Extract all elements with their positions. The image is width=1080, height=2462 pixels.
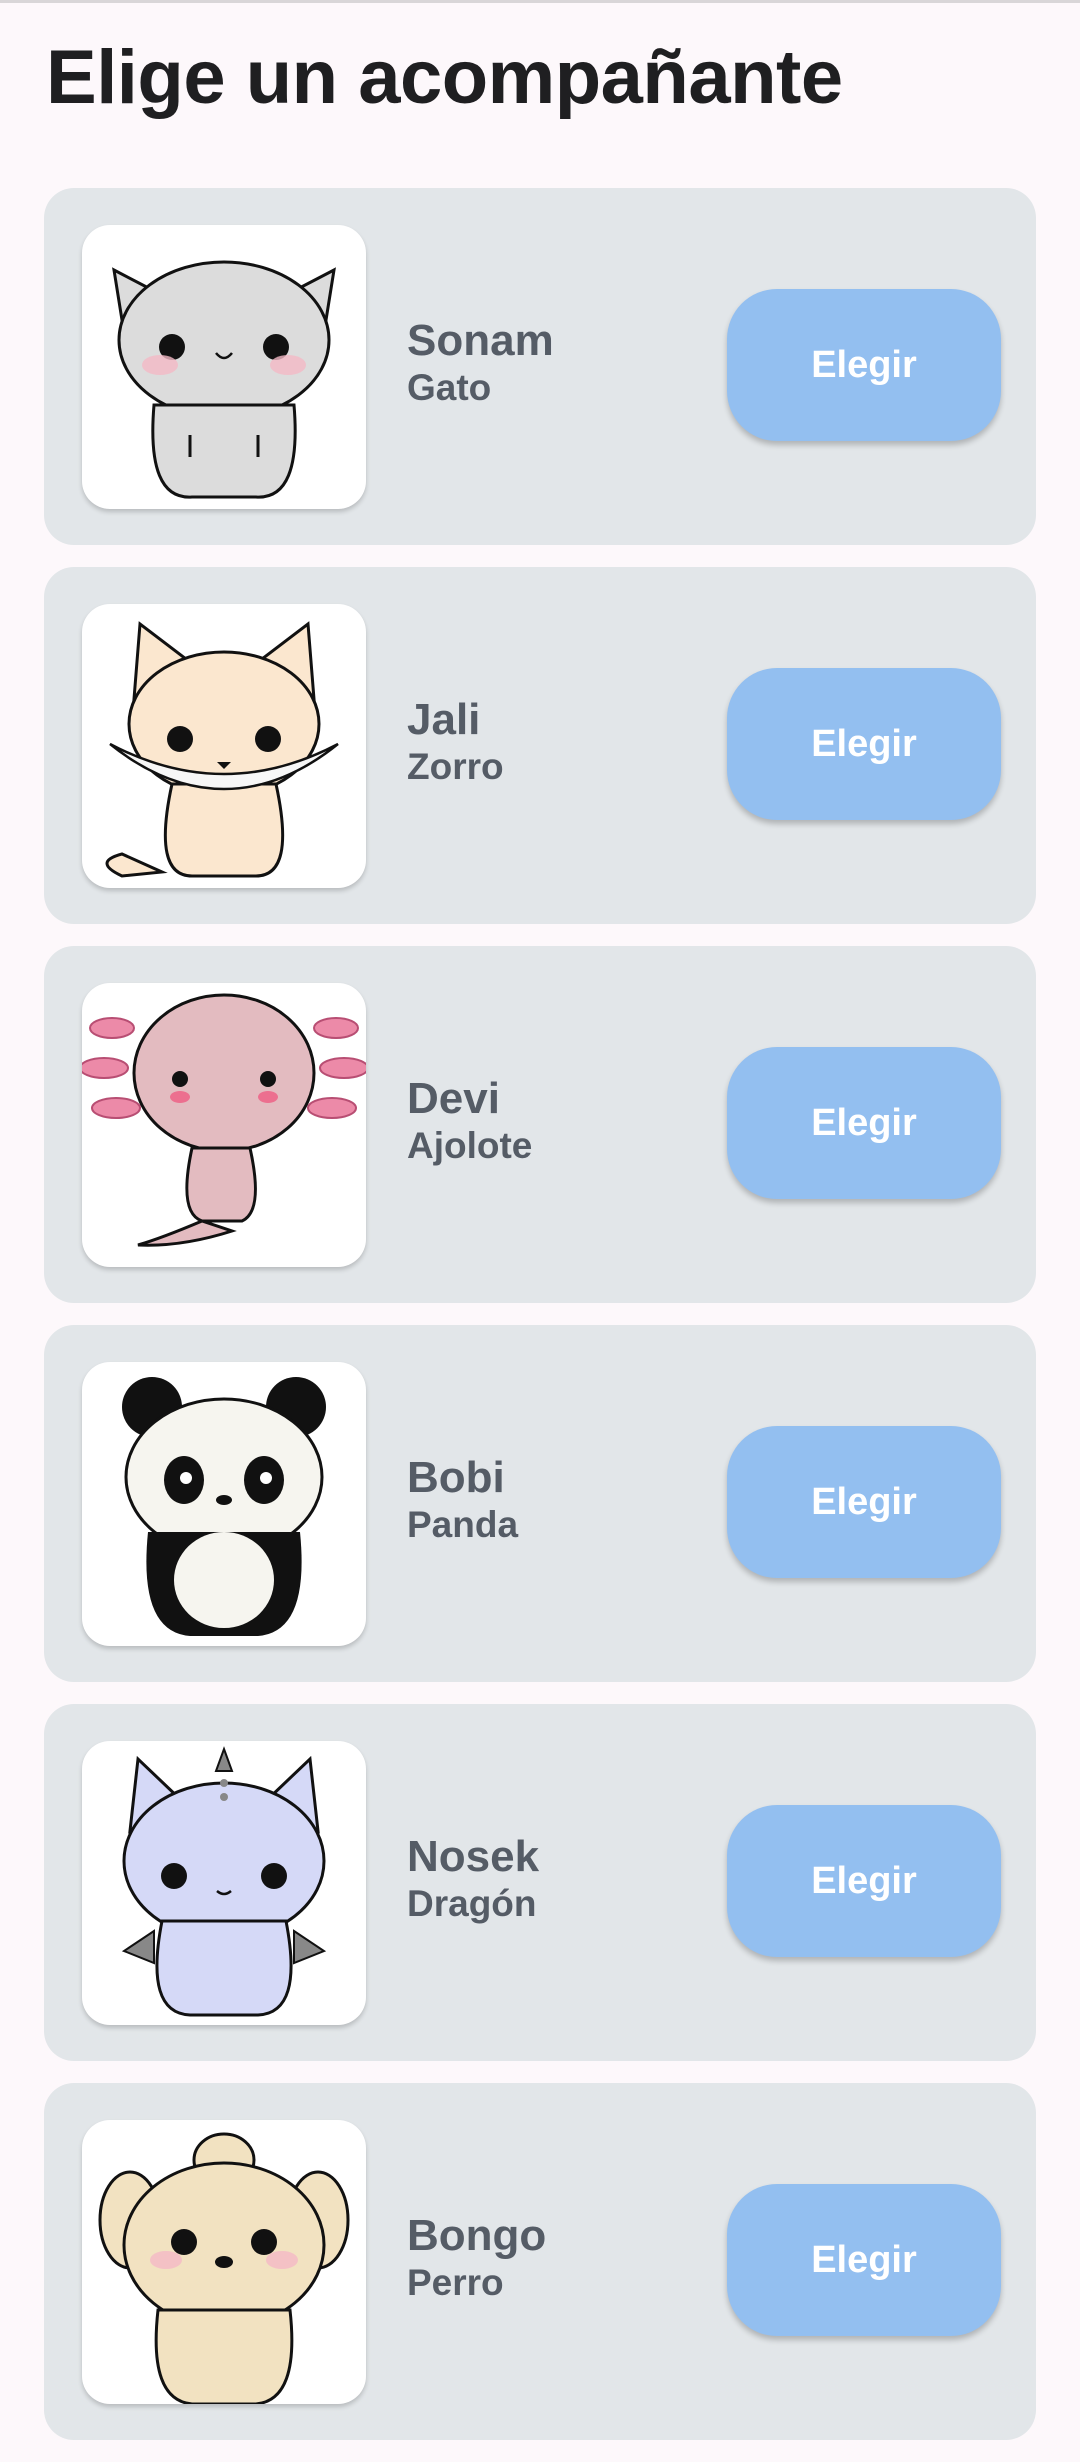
panda-icon (82, 1362, 366, 1646)
companion-species: Panda (407, 1504, 519, 1545)
status-divider (0, 0, 1080, 3)
dragon-icon (82, 1741, 366, 2025)
fox-icon (82, 604, 366, 888)
companion-list[interactable]: Sonam Gato Elegir Jali Zorro Elegir Devi… (44, 188, 1036, 2462)
companion-species: Zorro (407, 746, 504, 787)
dog-icon (82, 2120, 366, 2404)
companion-name: Bongo (407, 2211, 547, 2260)
companion-card: Sonam Gato Elegir (44, 188, 1036, 545)
companion-names: Devi Ajolote (407, 1074, 532, 1168)
axolotl-icon (82, 983, 366, 1267)
companion-name: Jali (407, 695, 481, 744)
choose-button[interactable]: Elegir (727, 1426, 1001, 1578)
companion-name: Nosek (407, 1832, 540, 1881)
choose-button[interactable]: Elegir (727, 1047, 1001, 1199)
companion-names: Jali Zorro (407, 695, 504, 789)
companion-card: Jali Zorro Elegir (44, 567, 1036, 924)
companion-species: Perro (407, 2262, 504, 2303)
companion-card: Devi Ajolote Elegir (44, 946, 1036, 1303)
companion-species: Gato (407, 367, 492, 408)
companion-species: Ajolote (407, 1125, 533, 1166)
choose-button[interactable]: Elegir (727, 289, 1001, 441)
choose-button[interactable]: Elegir (727, 668, 1001, 820)
companion-card: Bongo Perro Elegir (44, 2083, 1036, 2440)
companion-names: Nosek Dragón (407, 1832, 539, 1926)
companion-names: Sonam Gato (407, 316, 554, 410)
companion-species: Dragón (407, 1883, 537, 1924)
cat-icon (82, 225, 366, 509)
companion-card: Nosek Dragón Elegir (44, 1704, 1036, 2061)
companion-names: Bongo Perro (407, 2211, 546, 2305)
choose-button[interactable]: Elegir (727, 2184, 1001, 2336)
choose-button[interactable]: Elegir (727, 1805, 1001, 1957)
companion-name: Bobi (407, 1453, 505, 1502)
page-title: Elige un acompañante (46, 35, 843, 120)
companion-card: Bobi Panda Elegir (44, 1325, 1036, 1682)
companion-names: Bobi Panda (407, 1453, 518, 1547)
companion-name: Sonam (407, 316, 554, 365)
companion-name: Devi (407, 1074, 500, 1123)
